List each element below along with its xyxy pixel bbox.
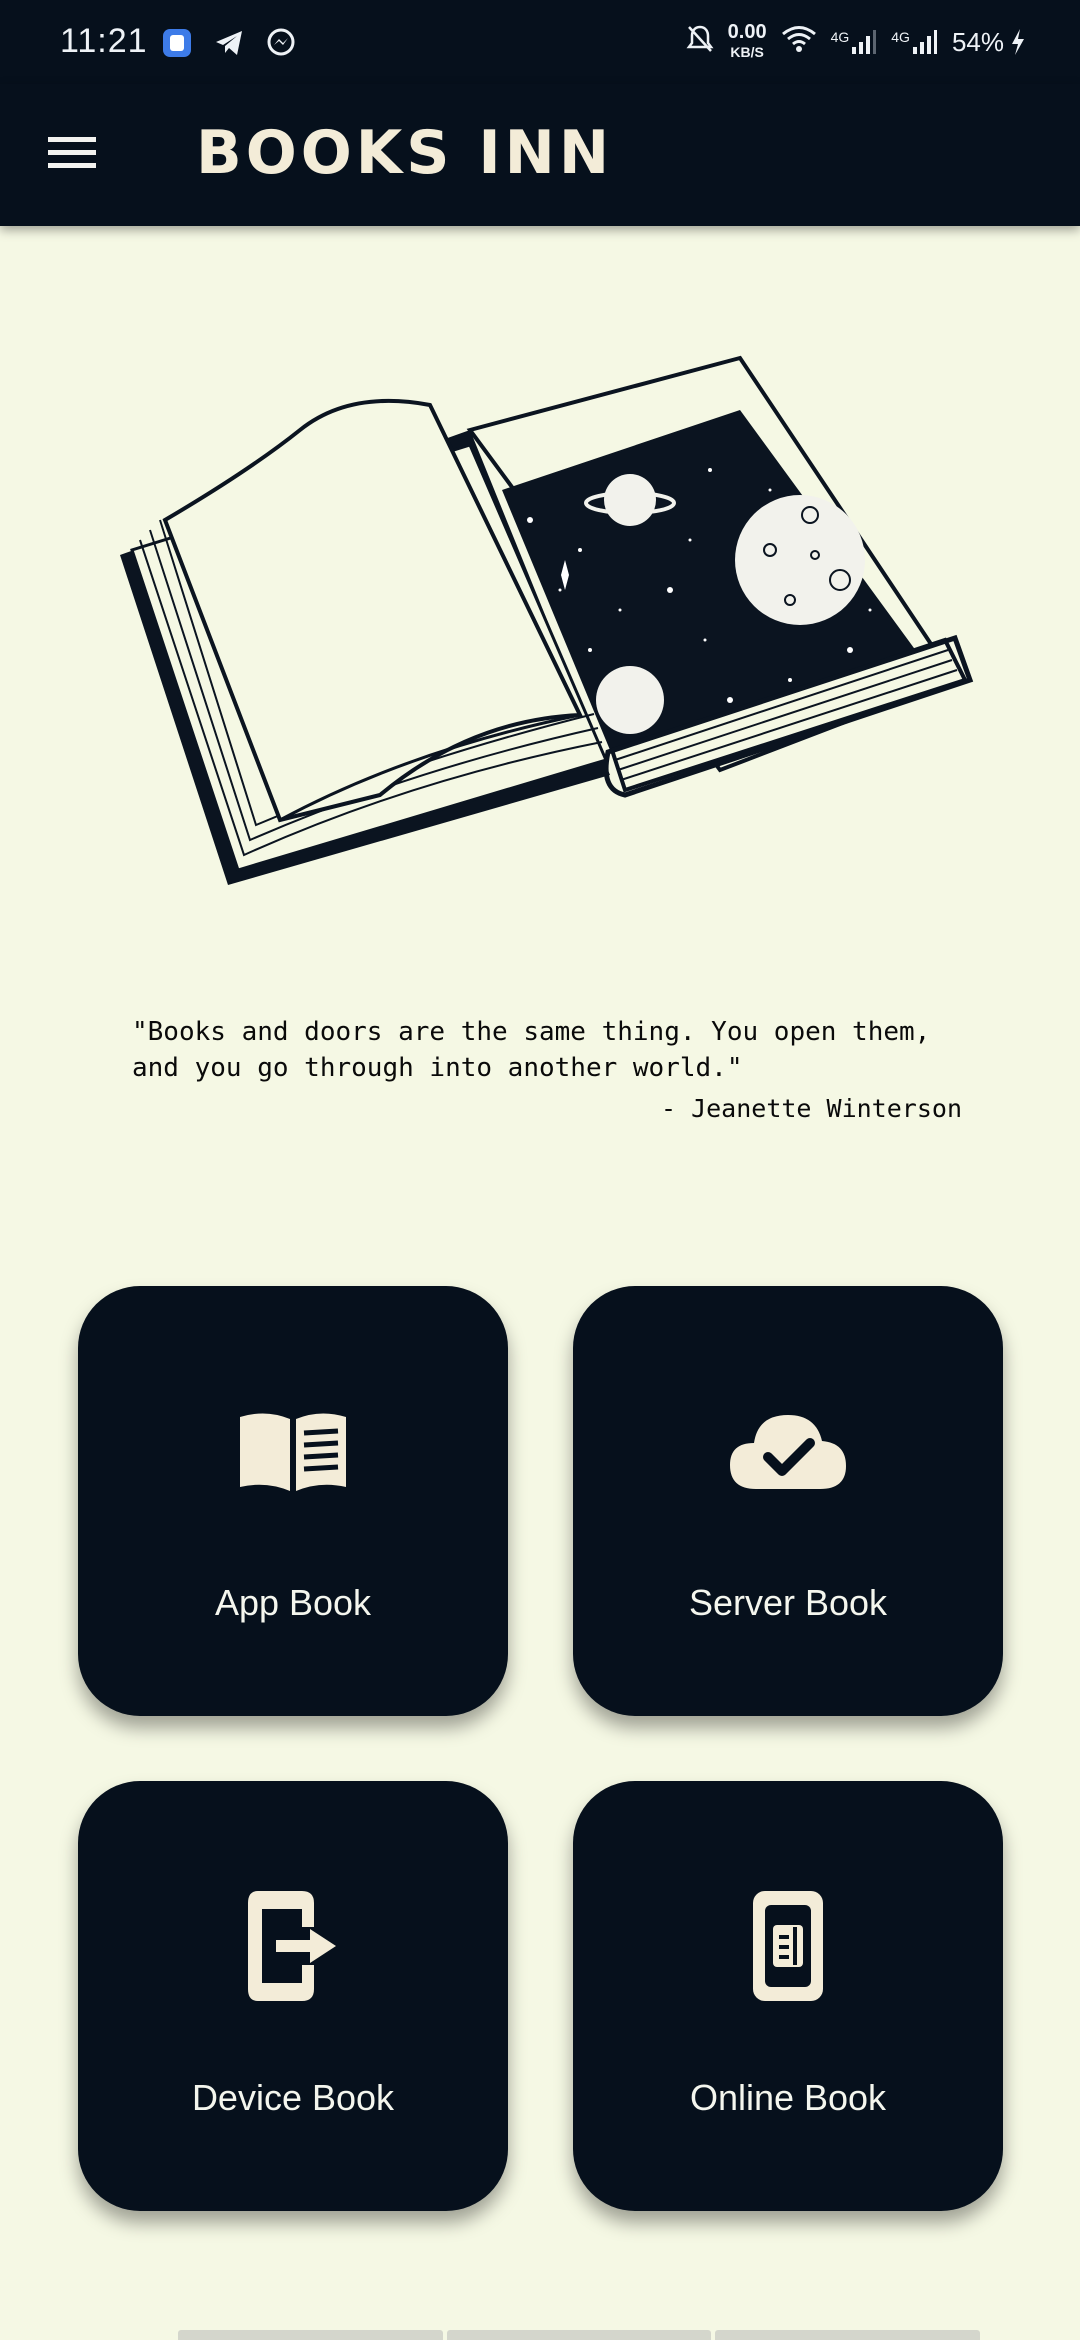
wifi-icon [781, 25, 817, 60]
quote-author: - Jeanette Winterson [660, 1094, 962, 1123]
app-bar: BOOKS INN [0, 84, 1080, 226]
charging-icon [1012, 29, 1024, 55]
telegram-icon [212, 26, 246, 60]
device-book-label: Device Book [191, 2077, 395, 2118]
bottom-bar [178, 2330, 981, 2340]
device-book-button[interactable]: Device Book [78, 1781, 508, 2211]
mute-icon [686, 24, 714, 61]
phone-book-icon [753, 1891, 823, 2001]
menu-button[interactable] [40, 120, 104, 184]
messenger-icon [264, 26, 298, 60]
server-book-label: Server Book [688, 1582, 888, 1623]
hamburger-menu-icon [48, 137, 96, 168]
status-right: 0.00 KB/S 4G 4G 54% [686, 22, 1026, 62]
status-bar: 11:21 0.00 KB/S 4G 4G 54% [0, 0, 1080, 84]
app-book-button[interactable]: App Book [78, 1286, 508, 1716]
notification-icons [160, 26, 298, 60]
server-book-button[interactable]: Server Book [573, 1286, 1003, 1716]
app-title: BOOKS INN [196, 118, 614, 188]
open-book-illustration [120, 355, 974, 885]
app-notification-icon [160, 26, 194, 60]
net-speed: 0.00 KB/S [727, 21, 767, 60]
online-book-label: Online Book [689, 2077, 887, 2118]
phone-export-icon [248, 1891, 336, 2001]
battery-indicator: 54% [952, 27, 1026, 58]
quote-text: "Books and doors are the same thing. You… [132, 1017, 931, 1083]
cloud-check-icon [730, 1415, 846, 1489]
signal-2: 4G [891, 29, 938, 55]
app-book-label: App Book [214, 1582, 372, 1623]
online-book-button[interactable]: Online Book [573, 1781, 1003, 2211]
open-book-icon [240, 1413, 346, 1491]
signal-1: 4G [831, 29, 878, 55]
status-time: 11:21 [60, 22, 148, 60]
